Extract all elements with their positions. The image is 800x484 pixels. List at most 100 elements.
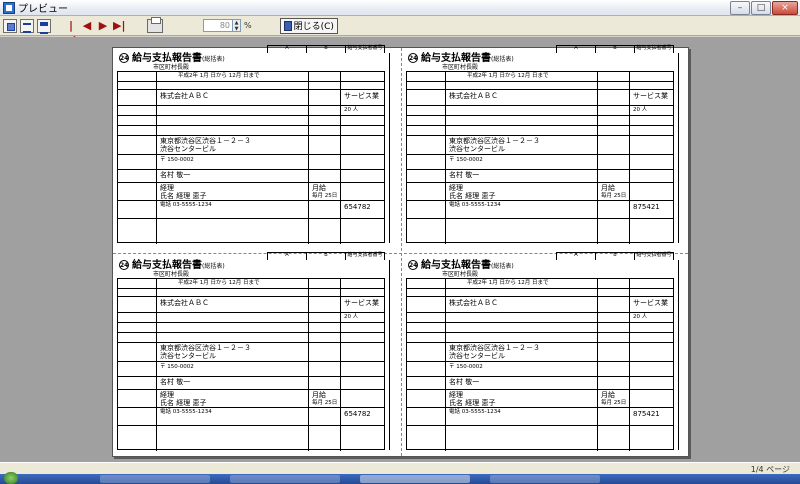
form-number: 24 — [408, 260, 418, 270]
postal-code: 〒 150-0002 — [160, 157, 194, 163]
company-building: 渋谷センタービル — [160, 352, 216, 360]
company-name: 株式会社ＡＢＣ — [160, 92, 209, 100]
form-title: 24 給与支払報告書(総括表) — [408, 53, 514, 64]
minimize-button[interactable]: – — [730, 1, 750, 15]
taskbar-item[interactable] — [490, 475, 600, 483]
maximize-button[interactable]: □ — [751, 1, 771, 15]
form-header-codes: A B 給与支払者番号 — [556, 45, 674, 53]
postal-code: 〒 150-0002 — [160, 364, 194, 370]
contact-name: 氏名 経理 恵子 — [449, 192, 496, 200]
representative-name: 名村 敬一 — [160, 171, 191, 179]
company-name: 株式会社ＡＢＣ — [449, 299, 498, 307]
title-bar: プレビュー – □ × — [0, 0, 800, 16]
form-title-text: 給与支払報告書 — [132, 53, 202, 64]
report-form: 24 給与支払報告書(総括表) 市区町村長殿 A B 給与支払者番号 平成2年 1… — [117, 45, 399, 245]
pay-day: 毎月 25日 — [601, 193, 627, 199]
form-grid: 平成2年 1月 日から 12月 日まで 株式会社ＡＢＣ サービス業 20 人 東… — [117, 278, 385, 451]
zoom-input[interactable]: 80 — [203, 19, 233, 32]
code-b: B — [596, 253, 635, 260]
zoom-unit: % — [244, 21, 252, 30]
contact-dept: 経理 — [449, 184, 463, 192]
report-form: 24 給与支払報告書(総括表) 市区町村長殿 A B 給与支払者番号 平成2年 1… — [117, 252, 399, 452]
code-a: A — [557, 46, 596, 53]
company-name: 株式会社ＡＢＣ — [449, 92, 498, 100]
period: 平成2年 1月 日から 12月 日まで — [467, 280, 549, 286]
form-title: 24 給与支払報告書(総括表) — [119, 53, 225, 64]
app-icon — [3, 1, 15, 14]
designated-number: 875421 — [633, 410, 660, 418]
preview-area[interactable]: 24 給与支払報告書(総括表) 市区町村長殿 A B 給与支払者番号 平成2年 1… — [0, 37, 800, 462]
door-icon — [283, 20, 292, 31]
contact-phone: 電話 03-5555-1234 — [449, 202, 501, 208]
contact-name: 氏名 経理 恵子 — [160, 192, 207, 200]
business-type: サービス業 — [633, 299, 668, 307]
form-title-text: 給与支払報告書 — [421, 260, 491, 271]
form-side-label — [389, 260, 399, 450]
form-subtitle: (総括表) — [491, 56, 514, 63]
contact-dept: 経理 — [160, 184, 174, 192]
report-form: 24 給与支払報告書(総括表) 市区町村長殿 A B 給与支払者番号 平成2年 1… — [406, 45, 688, 245]
business-type: サービス業 — [633, 92, 668, 100]
form-side-label — [389, 53, 399, 243]
form-header-codes: A B 給与支払者番号 — [267, 45, 385, 53]
form-title: 24 給与支払報告書(総括表) — [408, 260, 514, 271]
next-page-button[interactable]: ▶ — [97, 19, 109, 33]
code-b: B — [596, 46, 635, 53]
employee-count: 20 人 — [344, 314, 359, 320]
form-number: 24 — [408, 53, 418, 63]
taskbar-item[interactable] — [360, 475, 470, 483]
first-page-button[interactable]: |◀ — [65, 19, 77, 46]
form-side-label — [678, 260, 688, 450]
contact-name: 氏名 経理 恵子 — [449, 399, 496, 407]
designated-number: 654782 — [344, 410, 371, 418]
code-c: 給与支払者番号 — [636, 45, 672, 51]
cut-line-vertical — [401, 48, 402, 456]
company-name: 株式会社ＡＢＣ — [160, 299, 209, 307]
close-preview-button[interactable]: 閉じる(C) — [279, 17, 338, 34]
company-address: 東京都渋谷区渋谷１－２－３ — [160, 344, 251, 352]
form-title-text: 給与支払報告書 — [421, 53, 491, 64]
taskbar-item[interactable] — [100, 475, 210, 483]
form-grid: 平成2年 1月 日から 12月 日まで 株式会社ＡＢＣ サービス業 20 人 東… — [406, 71, 674, 244]
taskbar-item[interactable] — [230, 475, 340, 483]
pay-type: 月給 — [312, 391, 326, 399]
close-window-button[interactable]: × — [772, 1, 798, 15]
form-number: 24 — [119, 260, 129, 270]
company-building: 渋谷センタービル — [449, 352, 505, 360]
period: 平成2年 1月 日から 12月 日まで — [178, 73, 260, 79]
print-icon[interactable] — [147, 16, 163, 33]
code-a: A — [268, 46, 307, 53]
pay-day: 毎月 25日 — [601, 400, 627, 406]
multi-page-view-button[interactable] — [37, 18, 51, 34]
code-b: B — [307, 253, 346, 260]
contact-name: 氏名 経理 恵子 — [160, 399, 207, 407]
single-page-view-button[interactable] — [3, 18, 17, 33]
contact-phone: 電話 03-5555-1234 — [160, 409, 212, 415]
close-preview-label: 閉じる(C) — [293, 22, 334, 32]
employee-count: 20 人 — [633, 107, 648, 113]
business-type: サービス業 — [344, 299, 379, 307]
form-grid: 平成2年 1月 日から 12月 日まで 株式会社ＡＢＣ サービス業 20 人 東… — [117, 71, 385, 244]
code-a: A — [268, 253, 307, 260]
representative-name: 名村 敬一 — [449, 378, 480, 386]
status-bar: 1/4 ページ — [0, 462, 800, 474]
report-form: 24 給与支払報告書(総括表) 市区町村長殿 A B 給与支払者番号 平成2年 1… — [406, 252, 688, 452]
contact-phone: 電話 03-5555-1234 — [449, 409, 501, 415]
taskbar — [0, 472, 800, 484]
preview-window: プレビュー – □ × |◀ ◀ ▶ ▶| 80 ▲▼ % 閉じる(C) 24給… — [0, 0, 800, 484]
prev-page-button[interactable]: ◀ — [81, 19, 93, 33]
start-button[interactable] — [4, 472, 18, 484]
contact-dept: 経理 — [449, 391, 463, 399]
form-side-label — [678, 53, 688, 243]
two-page-view-button[interactable] — [20, 18, 34, 33]
period: 平成2年 1月 日から 12月 日まで — [467, 73, 549, 79]
company-address: 東京都渋谷区渋谷１－２－３ — [160, 137, 251, 145]
company-building: 渋谷センタービル — [160, 145, 216, 153]
representative-name: 名村 敬一 — [160, 378, 191, 386]
postal-code: 〒 150-0002 — [449, 364, 483, 370]
period: 平成2年 1月 日から 12月 日まで — [178, 280, 260, 286]
representative-name: 名村 敬一 — [449, 171, 480, 179]
last-page-button[interactable]: ▶| — [113, 19, 125, 33]
designated-number: 875421 — [633, 203, 660, 211]
zoom-spinner[interactable]: ▲ ▼ — [233, 19, 241, 32]
